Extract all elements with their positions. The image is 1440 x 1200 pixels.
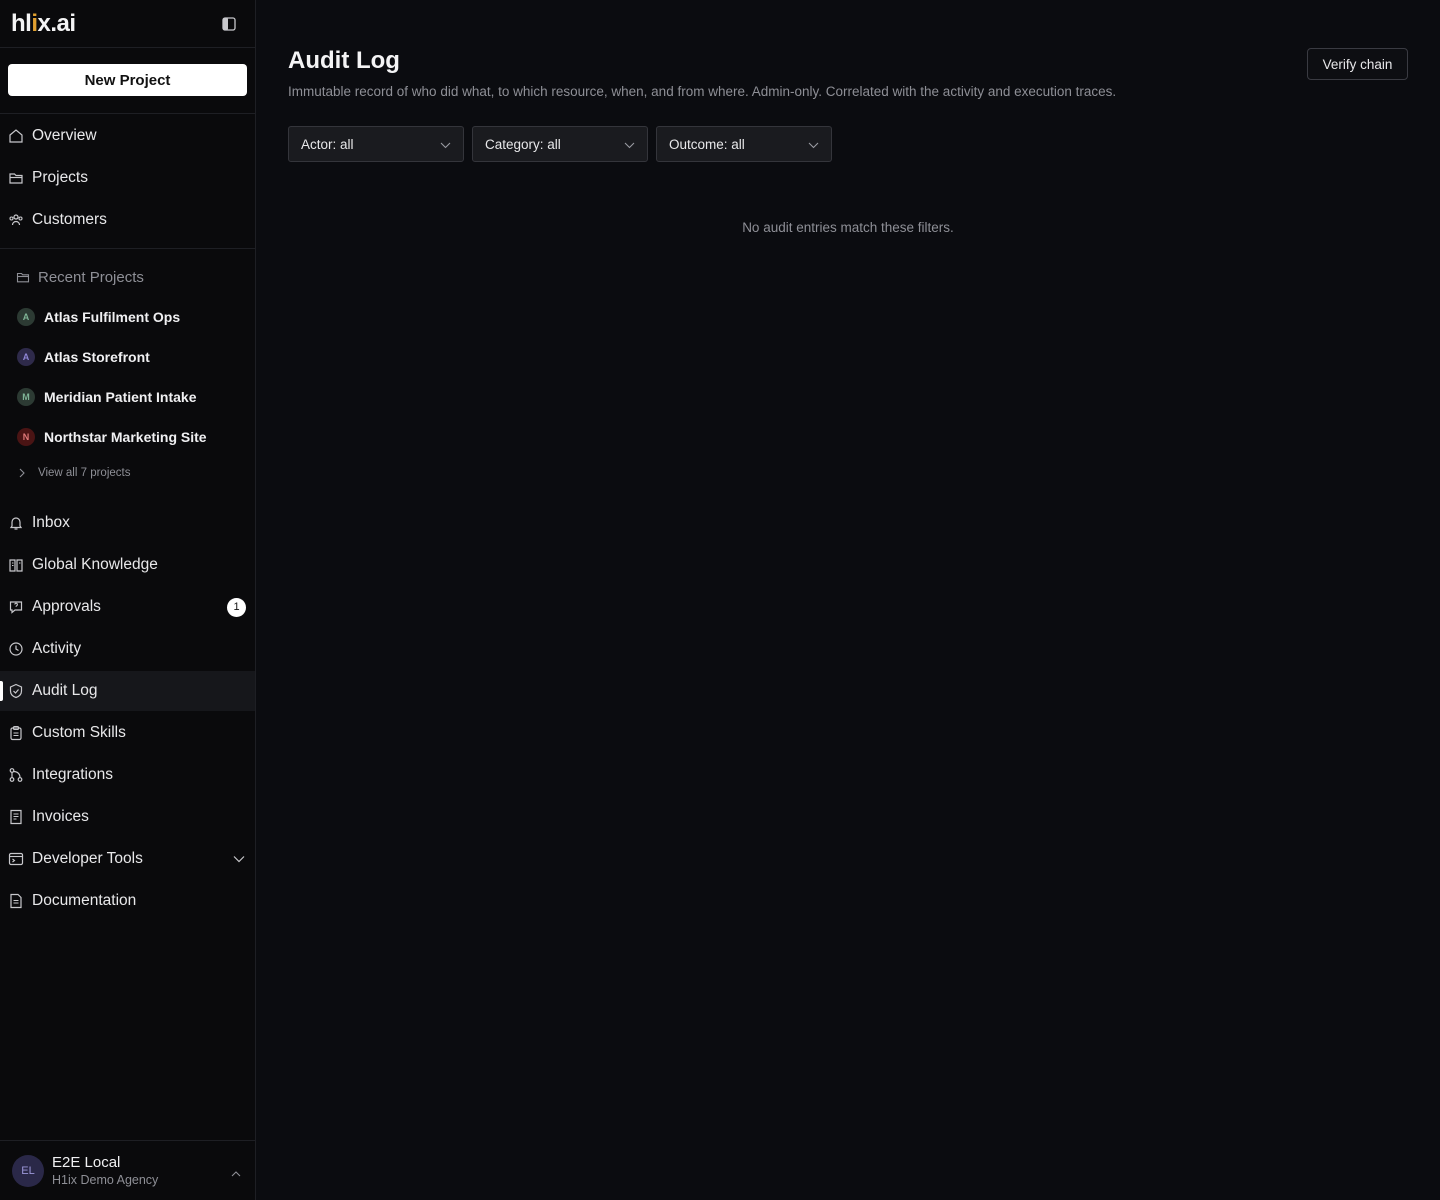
sidebar-item-label: Activity	[32, 640, 82, 657]
sidebar-toggle-icon[interactable]	[221, 16, 237, 32]
project-avatar: A	[17, 308, 35, 326]
filter-actor-select[interactable]: Actor: all	[288, 126, 464, 162]
folder-icon	[16, 269, 32, 285]
recent-project-label: Atlas Storefront	[44, 349, 150, 365]
top-nav: Overview Projects Customers	[0, 116, 255, 249]
chevron-down-icon	[624, 137, 635, 152]
sidebar-item-projects[interactable]: Projects	[0, 158, 255, 198]
page-title: Audit Log	[288, 47, 400, 74]
chevron-down-icon	[808, 137, 819, 152]
filter-label: Outcome: all	[669, 136, 745, 152]
users-icon	[8, 212, 24, 228]
sidebar-item-label: Global Knowledge	[32, 556, 158, 573]
chevron-down-icon[interactable]	[233, 855, 245, 863]
sidebar: hlix.ai New Project Overview Projects Cust…	[0, 0, 256, 1200]
sidebar-item-label: Documentation	[32, 892, 137, 909]
approvals-count-badge: 1	[227, 597, 246, 617]
filter-label: Actor: all	[301, 136, 354, 152]
sidebar-item-invoices[interactable]: Invoices	[0, 797, 255, 837]
project-avatar: N	[17, 428, 35, 446]
sidebar-item-label: Integrations	[32, 766, 113, 783]
receipt-icon	[8, 809, 24, 825]
filter-bar: Actor: all Category: all Outcome: all	[288, 126, 832, 162]
chevron-right-icon	[18, 468, 30, 478]
sidebar-item-label: Custom Skills	[32, 724, 126, 741]
question-icon	[8, 599, 24, 615]
chevron-down-icon	[440, 137, 451, 152]
document-icon	[8, 893, 24, 909]
recent-project-label: Northstar Marketing Site	[44, 429, 207, 445]
user-name: E2E Local	[52, 1154, 121, 1171]
recent-project-atlas-fulfilment-ops[interactable]: A Atlas Fulfilment Ops	[0, 297, 255, 337]
recent-project-atlas-storefront[interactable]: A Atlas Storefront	[0, 337, 255, 377]
sidebar-item-global-knowledge[interactable]: Global Knowledge	[0, 545, 255, 585]
recent-project-label: Atlas Fulfilment Ops	[44, 309, 181, 325]
recent-project-northstar-marketing-site[interactable]: N Northstar Marketing Site	[0, 417, 255, 457]
sidebar-item-inbox[interactable]: Inbox	[0, 503, 255, 543]
filter-label: Category: all	[485, 136, 561, 152]
recent-projects-header: Recent Projects	[0, 257, 255, 297]
sidebar-item-documentation[interactable]: Documentation	[0, 881, 255, 921]
sidebar-item-label: Developer Tools	[32, 850, 143, 867]
project-avatar: A	[17, 348, 35, 366]
bell-icon	[8, 515, 24, 531]
sidebar-item-integrations[interactable]: Integrations	[0, 755, 255, 795]
sidebar-item-label: Customers	[32, 211, 107, 228]
recent-projects-title: Recent Projects	[38, 268, 144, 286]
filter-outcome-select[interactable]: Outcome: all	[656, 126, 832, 162]
sidebar-item-label: Invoices	[32, 808, 89, 825]
clock-icon	[8, 641, 24, 657]
recent-projects-list: A Atlas Fulfilment Ops A Atlas Storefront M M…	[0, 297, 255, 457]
book-icon	[8, 557, 24, 573]
logo[interactable]: hlix.ai	[11, 10, 76, 38]
sidebar-item-overview[interactable]: Overview	[0, 116, 255, 156]
terminal-icon	[8, 851, 24, 867]
sidebar-item-developer-tools[interactable]: Developer Tools	[0, 839, 255, 879]
page-subtitle: Immutable record of who did what, to whi…	[288, 84, 1117, 99]
logo-row: hlix.ai	[0, 0, 255, 48]
view-all-label: View all 7 projects	[38, 467, 131, 479]
empty-state: No audit entries match these filters.	[742, 220, 954, 235]
project-avatar: M	[17, 388, 35, 406]
recent-project-label: Meridian Patient Intake	[44, 389, 197, 405]
sidebar-item-label: Approvals	[32, 598, 101, 615]
main-content: Audit Log Immutable record of who did wh…	[256, 0, 1440, 1200]
git-branch-icon	[8, 767, 24, 783]
bottom-nav: Inbox Global Knowledge Approvals 1 Activity A…	[0, 503, 255, 921]
sidebar-item-custom-skills[interactable]: Custom Skills	[0, 713, 255, 753]
sidebar-item-label: Inbox	[32, 514, 70, 531]
avatar: EL	[12, 1154, 44, 1187]
recent-project-meridian-patient-intake[interactable]: M Meridian Patient Intake	[0, 377, 255, 417]
sidebar-item-approvals[interactable]: Approvals 1	[0, 587, 255, 627]
folder-icon	[8, 170, 24, 186]
user-org: H1ix Demo Agency	[52, 1173, 159, 1187]
sidebar-item-audit-log[interactable]: Audit Log	[0, 671, 255, 711]
shield-check-icon	[8, 683, 24, 699]
clipboard-icon	[8, 725, 24, 741]
user-menu[interactable]: EL E2E Local H1ix Demo Agency	[0, 1140, 255, 1200]
filter-category-select[interactable]: Category: all	[472, 126, 648, 162]
sidebar-item-label: Audit Log	[32, 682, 98, 699]
sidebar-item-label: Overview	[32, 127, 97, 144]
chevron-up-icon	[231, 1165, 241, 1183]
view-all-projects-link[interactable]: View all 7 projects	[0, 457, 255, 489]
verify-chain-button[interactable]: Verify chain	[1307, 48, 1408, 80]
sidebar-item-label: Projects	[32, 169, 88, 186]
sidebar-item-activity[interactable]: Activity	[0, 629, 255, 669]
home-icon	[8, 128, 24, 144]
new-project-button[interactable]: New Project	[8, 64, 247, 96]
sidebar-item-customers[interactable]: Customers	[0, 200, 255, 240]
